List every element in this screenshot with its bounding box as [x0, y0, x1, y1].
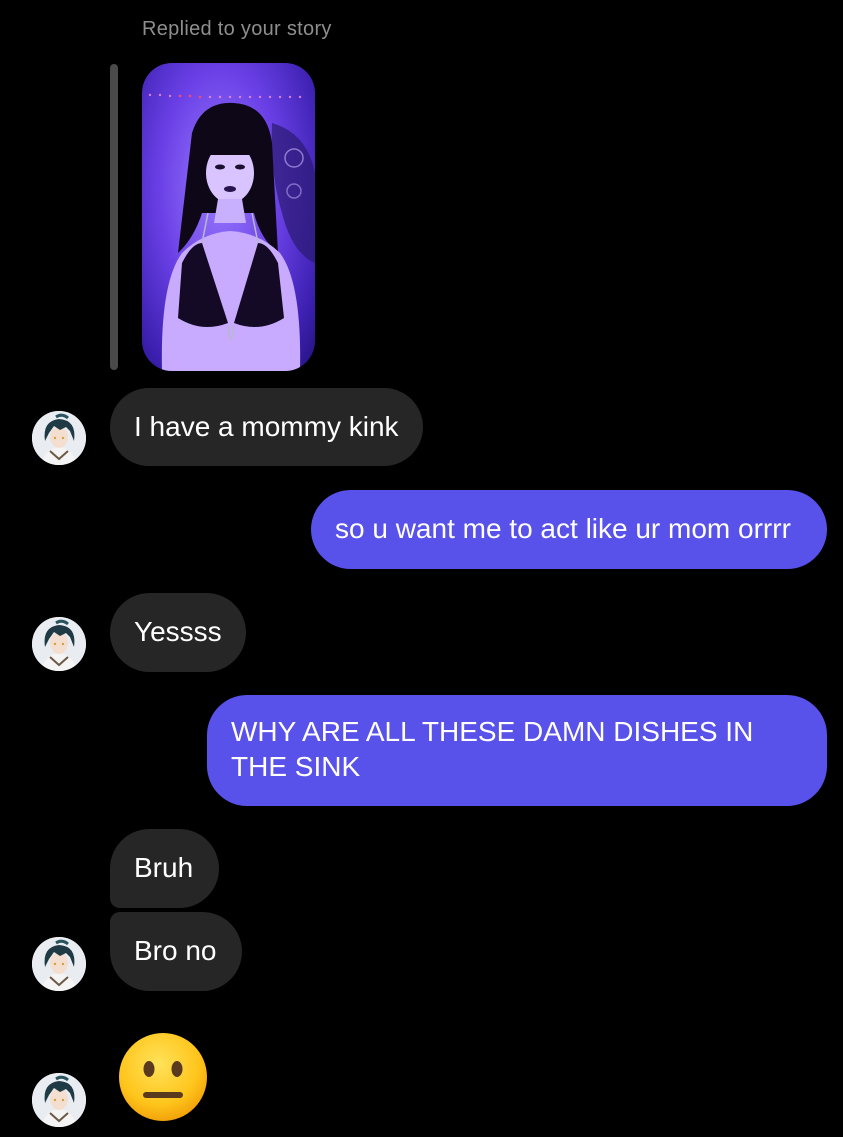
- reply-quote-bar: [110, 64, 118, 370]
- story-image: [148, 93, 315, 371]
- story-thumbnail[interactable]: [142, 63, 315, 371]
- avatar-image: [32, 617, 86, 671]
- message-text: I have a mommy kink: [134, 411, 399, 442]
- message-text: so u want me to act like ur mom orrrr: [335, 513, 791, 544]
- avatar-image: [32, 411, 86, 465]
- message-text: Bro no: [134, 935, 217, 966]
- message-bubble-incoming[interactable]: Bro no: [110, 912, 242, 991]
- contact-avatar[interactable]: [32, 411, 86, 465]
- contact-avatar[interactable]: [32, 617, 86, 671]
- message-bubble-incoming[interactable]: Bruh: [110, 829, 219, 908]
- neutral-face-icon[interactable]: [118, 1032, 208, 1122]
- message-text: Yessss: [134, 616, 222, 647]
- message-text: Bruh: [134, 852, 194, 883]
- message-text: WHY ARE ALL THESE DAMN DISHES IN THE SIN…: [231, 716, 754, 782]
- avatar-image: [32, 1073, 86, 1127]
- story-reply-label: Replied to your story: [142, 18, 332, 40]
- avatar-image: [32, 937, 86, 991]
- contact-avatar[interactable]: [32, 937, 86, 991]
- message-bubble-outgoing[interactable]: WHY ARE ALL THESE DAMN DISHES IN THE SIN…: [207, 695, 827, 806]
- message-bubble-incoming[interactable]: I have a mommy kink: [110, 388, 423, 466]
- message-bubble-outgoing[interactable]: so u want me to act like ur mom orrrr: [311, 490, 827, 569]
- contact-avatar[interactable]: [32, 1073, 86, 1127]
- message-bubble-incoming[interactable]: Yessss: [110, 593, 246, 672]
